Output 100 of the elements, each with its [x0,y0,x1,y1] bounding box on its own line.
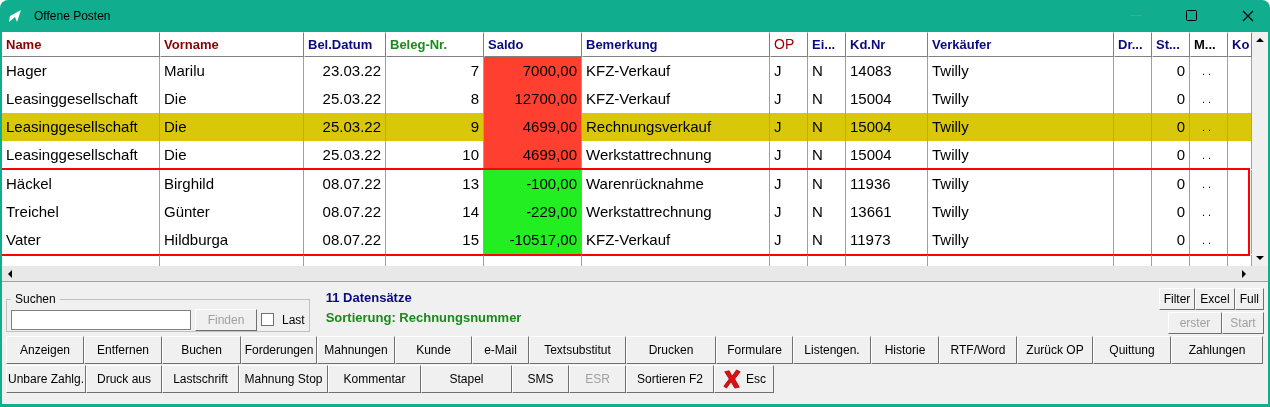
record-count: 11 Datensätze [325,289,413,307]
action-button[interactable]: Kunde [395,336,472,364]
column-header[interactable]: Dr... [1114,32,1152,57]
table-cell: 7000,00 [484,57,582,85]
action-button[interactable]: Buchen [162,336,241,364]
action-button[interactable]: Forderungen [241,336,317,364]
table-cell-text: KFZ-Verkauf [586,60,671,81]
table-cell-text: Rechnungsverkauf [586,116,712,137]
window-title: Offene Posten [34,8,111,25]
column-header[interactable]: Ei... [808,32,846,57]
table-cell-text: Twilly [932,88,969,109]
column-header[interactable]: St... [1152,32,1190,57]
table-cell-text: Hildburga [164,229,229,250]
column-header[interactable]: Ko [1228,32,1252,57]
table-cell-text: Leasinggesellschaft [6,88,138,109]
table-cell-text: Häckel [6,173,52,194]
table-cell-text: 25.03.22 [322,88,381,109]
table-cell-text: Twilly [932,116,969,137]
action-button[interactable]: Kommentar [328,365,421,393]
column-header[interactable]: Kd.Nr [846,32,928,57]
esc-button[interactable]: Esc [714,365,774,393]
scroll-left-icon[interactable] [6,268,14,279]
column-header[interactable]: Verkäufer [928,32,1114,57]
checkbox-label: Last [282,311,305,329]
table-cell-text: 0 [1176,116,1185,137]
action-button[interactable]: Drucken [626,336,716,364]
table-cell-text: 13 [462,173,479,194]
table-cell-text: 0 [1176,229,1185,250]
table-cell-text: 15004 [850,116,892,137]
table-cell-text: 23.03.22 [322,60,381,81]
table-cell-text: 0 [1176,88,1185,109]
table-cell-text: 11936 [850,173,891,194]
action-button[interactable]: Mahnung Stop [239,365,328,393]
table-cell-text: 13661 [850,201,892,222]
maximize-icon[interactable] [1186,10,1198,22]
table-cell-text: J [774,60,782,81]
action-button[interactable]: Entfernen [84,336,162,364]
column-header[interactable]: Bel.Datum [304,32,386,57]
action-button[interactable]: Filter [1158,288,1196,310]
cross-icon [722,369,742,389]
action-button[interactable]: Zurück OP [1017,336,1093,364]
table-cell-text: Warenrücknahme [586,173,704,194]
table-cell: 12700,00 [484,85,582,113]
action-button[interactable]: Lastschrift [162,365,239,393]
table-cell-text: 0 [1176,173,1185,194]
table-cell-text: Die [164,116,187,137]
action-button[interactable]: Druck aus [86,365,162,393]
table-cell-text: 14083 [850,60,892,81]
table-cell-text: Leasinggesellschaft [6,144,138,165]
table-cell-text: Günter [164,201,210,222]
table-cell-text: Hager [6,60,47,81]
table-cell-text: J [774,173,782,194]
column-header[interactable]: M... [1190,32,1228,57]
table-cell-text: 25.03.22 [322,144,381,165]
column-header[interactable]: Saldo [484,32,582,57]
action-button[interactable]: Listengen. [793,336,871,364]
action-button[interactable]: RTF/Word [939,336,1017,364]
table-cell-text: N [812,116,823,137]
paper-plane-icon [8,9,22,23]
column-header[interactable]: Vorname [160,32,304,57]
table-cell-text: N [812,144,823,165]
search-field[interactable] [11,309,191,330]
action-button[interactable]: Historie [871,336,939,364]
table-cell-text: Vater [6,229,41,250]
horizontal-scrollbar[interactable] [2,266,1268,282]
table-cell-text: Werkstattrechnung [586,201,712,222]
table-cell-text: 9 [470,116,479,137]
action-button[interactable]: Stapel [421,365,512,393]
table-cell-text: 15 [462,229,479,250]
action-button[interactable]: Unbare Zahlg. [6,365,86,393]
column-header[interactable]: Name [2,32,160,57]
action-button[interactable]: Excel [1195,288,1235,310]
action-button[interactable]: Sortieren F2 [626,365,714,393]
table-row[interactable]: Leasinggesellschaft Die 25.03.22 9 4699,00 Rechnungsverkauf J N 15004 Twilly 0 . . [2,113,1252,141]
action-button[interactable]: Formulare [716,336,793,364]
action-button[interactable]: Quittung [1093,336,1171,364]
last-checkbox[interactable] [261,313,274,326]
column-header[interactable]: OP [770,32,808,57]
scroll-right-icon[interactable] [1240,268,1248,279]
table-cell-text: 7 [470,60,479,81]
table-cell-text: J [774,88,782,109]
sorting-info: Sortierung: Rechnungsnummer [325,308,522,327]
table-cell-text: . . [1201,204,1212,220]
action-button[interactable]: Anzeigen [6,336,84,364]
table-cell-text: 0 [1176,201,1185,222]
action-button[interactable]: Mahnungen [317,336,395,364]
table-cell-text: Treichel [6,201,59,222]
column-header[interactable]: Beleg-Nr. [386,32,484,57]
action-button[interactable]: Full [1234,288,1264,310]
action-button[interactable]: e-Mail [472,336,529,364]
table-cell-text: Die [164,88,187,109]
table-cell-text: N [812,173,823,194]
action-button[interactable]: Textsubstitut [529,336,626,364]
table-cell-text: 08.07.22 [322,201,381,222]
action-button[interactable]: Zahlungen [1171,336,1263,364]
column-header[interactable]: Bemerkung [582,32,770,57]
table-cell-text: Twilly [932,229,969,250]
close-icon[interactable] [1242,10,1254,22]
table-cell-text: . . [1201,232,1212,248]
action-button[interactable]: SMS [512,365,569,393]
